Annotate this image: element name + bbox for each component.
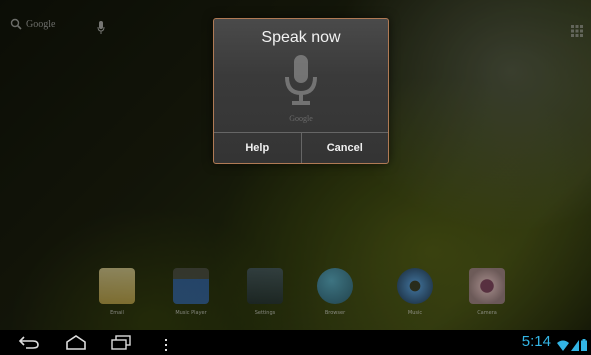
app-music[interactable]: Music (388, 268, 442, 316)
dialog-button-bar: Help Cancel (214, 132, 388, 163)
app-settings[interactable]: Settings (238, 268, 292, 316)
voice-search-icon[interactable] (97, 20, 105, 39)
app-dock: Email Music Player Settings Browser Musi… (0, 268, 591, 328)
signal-icon (571, 336, 579, 355)
cancel-button[interactable]: Cancel (300, 133, 389, 163)
status-icons (557, 336, 587, 355)
clock: 5:14 (521, 333, 551, 350)
search-icon (10, 18, 22, 30)
camera-icon (469, 268, 505, 304)
wifi-icon (557, 336, 569, 355)
app-label: Email (110, 310, 124, 316)
battery-icon (581, 336, 587, 355)
settings-icon (247, 268, 283, 304)
system-navigation-bar: 5:14 (0, 330, 591, 354)
microphone-icon (284, 55, 318, 111)
home-icon[interactable] (64, 334, 88, 354)
app-label: Browser (324, 310, 346, 316)
clapper-icon (173, 268, 209, 304)
app-music-player[interactable]: Music Player (164, 268, 218, 316)
app-label: Settings (254, 310, 276, 316)
google-search-bar[interactable]: Google (10, 18, 55, 30)
menu-icon[interactable] (164, 336, 168, 355)
globe-icon (317, 268, 353, 304)
app-label: Music (407, 310, 423, 316)
email-icon (99, 268, 135, 304)
speaker-icon (397, 268, 433, 304)
app-email[interactable]: Email (90, 268, 144, 316)
back-icon[interactable] (18, 334, 40, 354)
help-button[interactable]: Help (214, 133, 301, 163)
app-label: Music Player (175, 310, 207, 316)
google-brand: Google (289, 114, 313, 123)
app-browser[interactable]: Browser (308, 268, 362, 316)
search-label: Google (26, 18, 56, 30)
dialog-title: Speak now (261, 29, 341, 46)
recent-apps-icon[interactable] (110, 334, 132, 354)
all-apps-icon[interactable] (571, 22, 583, 41)
app-label: Camera (477, 310, 497, 316)
speak-now-dialog: Speak now Google Help Cancel (213, 18, 389, 164)
app-camera[interactable]: Camera (460, 268, 514, 316)
